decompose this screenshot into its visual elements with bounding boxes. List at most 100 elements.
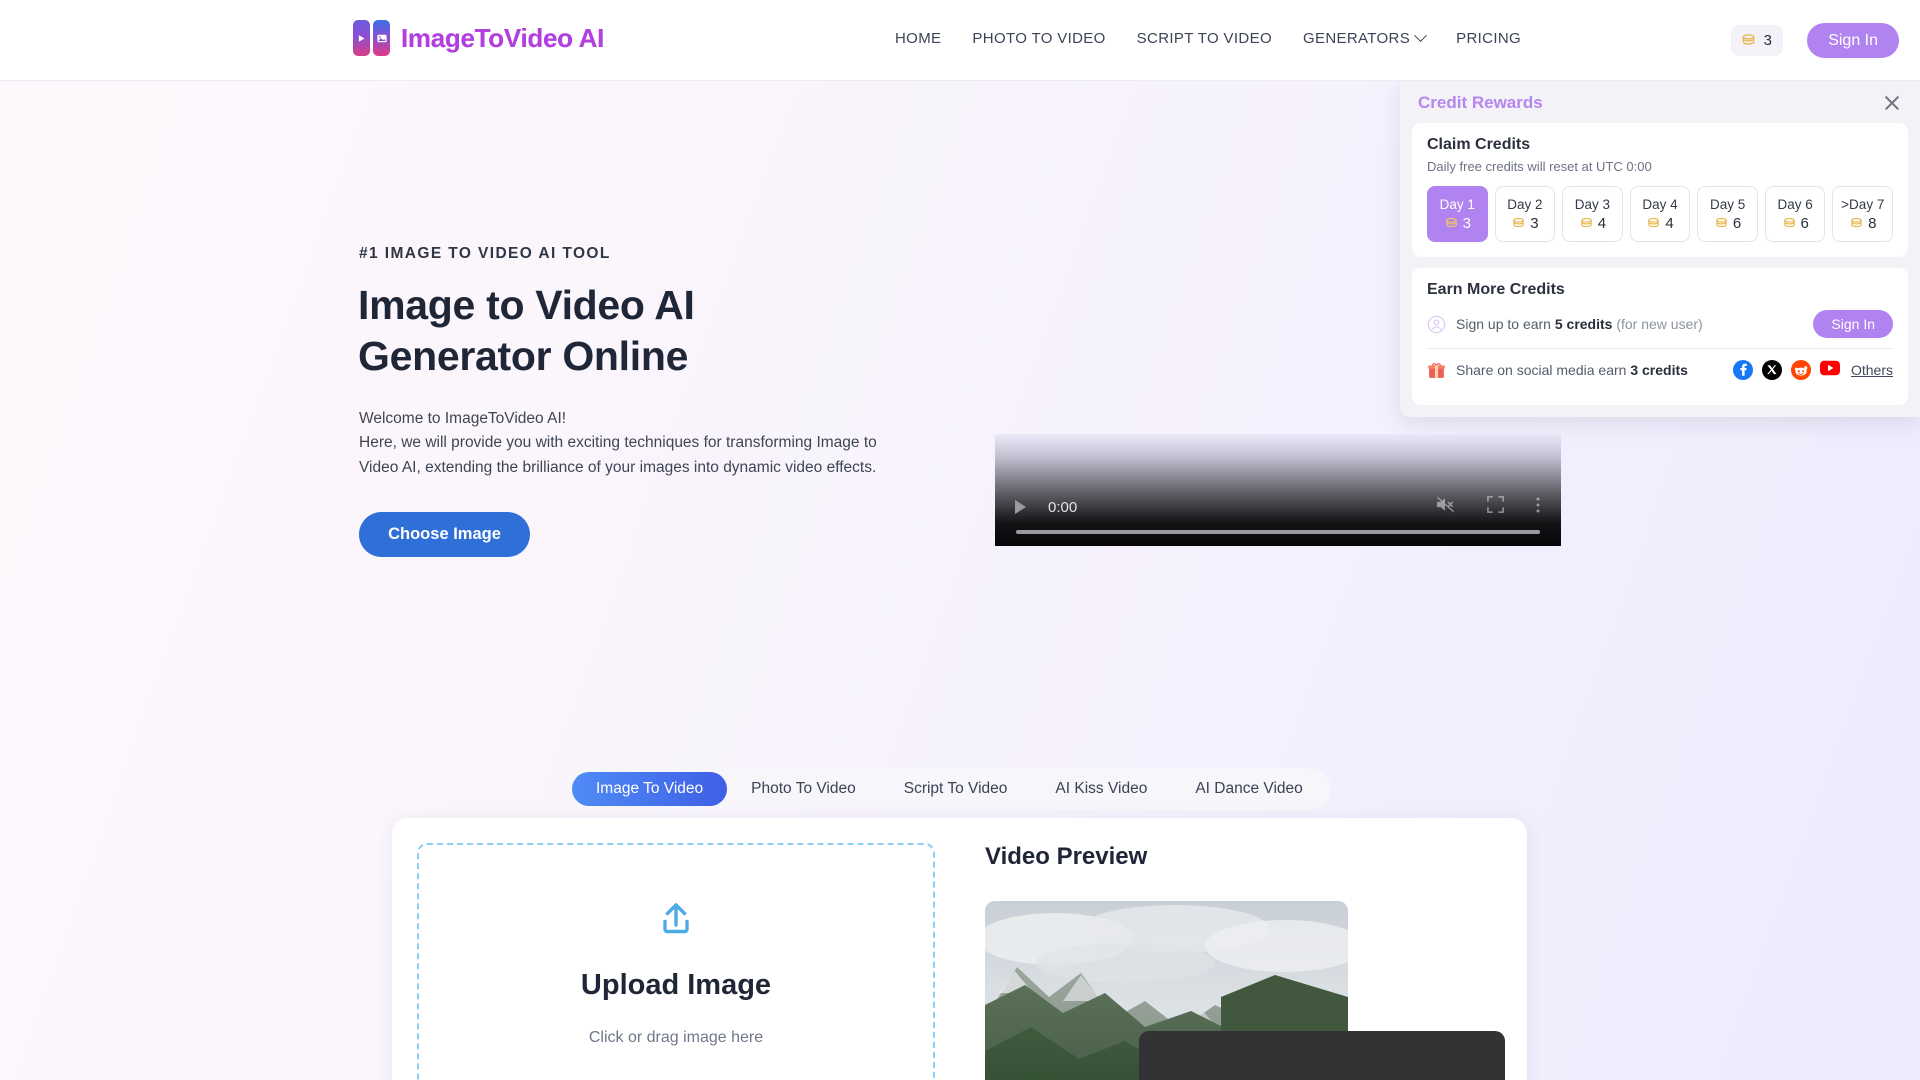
signup-text-pre: Sign up to earn: [1456, 316, 1555, 332]
day-label: Day 4: [1642, 196, 1678, 212]
close-icon[interactable]: [1882, 93, 1902, 113]
nav-item-home[interactable]: HOME: [895, 30, 941, 47]
page-title: Image to Video AI Generator Online: [358, 282, 695, 380]
signup-signin-button[interactable]: Sign In: [1813, 310, 1893, 338]
x-twitter-icon[interactable]: [1761, 360, 1782, 380]
video-progress-bar[interactable]: [1016, 530, 1540, 534]
day-label: Day 1: [1439, 196, 1475, 212]
play-icon: [353, 20, 370, 56]
share-text-bold: 3 credits: [1630, 362, 1688, 378]
logo-mark: [353, 20, 390, 56]
tab-image-to-video[interactable]: Image To Video: [572, 772, 728, 806]
nav-item-photo-to-video[interactable]: PHOTO TO VIDEO: [972, 30, 1105, 47]
choose-image-button[interactable]: Choose Image: [359, 512, 530, 557]
nav-item-pricing[interactable]: PRICING: [1456, 30, 1521, 47]
site-header: ImageToVideo AI HOME PHOTO TO VIDEO SCRI…: [0, 0, 1920, 81]
day-label: Day 6: [1777, 196, 1813, 212]
nav-item-script-to-video[interactable]: SCRIPT TO VIDEO: [1137, 30, 1272, 47]
coins-icon: [1511, 216, 1526, 231]
share-earn-row: Share on social media earn 3 credits Oth…: [1427, 349, 1893, 390]
coins-icon: [1782, 216, 1797, 231]
youtube-icon[interactable]: [1819, 360, 1840, 380]
tab-ai-kiss-video[interactable]: AI Kiss Video: [1031, 772, 1171, 806]
upload-title: Upload Image: [580, 969, 772, 1001]
hero-description-line1: Welcome to ImageToVideo AI!: [359, 410, 567, 427]
day-credit-value: 6: [1714, 215, 1741, 232]
gift-icon: [1427, 361, 1446, 380]
credits-badge[interactable]: 3: [1730, 25, 1783, 56]
day-claim-item[interactable]: Day 4 4: [1629, 186, 1691, 242]
claim-credits-card: Claim Credits Daily free credits will re…: [1412, 123, 1908, 257]
hero-video-player[interactable]: 0:00: [995, 434, 1561, 546]
upload-dropzone[interactable]: Upload Image Click or drag image here: [417, 843, 935, 1080]
nav-label: SCRIPT TO VIDEO: [1136, 30, 1272, 47]
signup-earn-text: Sign up to earn 5 credits (for new user): [1456, 316, 1803, 332]
fullscreen-icon[interactable]: [1486, 495, 1505, 519]
day-credit-number: 3: [1530, 214, 1539, 232]
coins-icon: [1646, 216, 1661, 231]
day-credit-number: 4: [1665, 214, 1674, 232]
day-credit-number: 6: [1800, 214, 1809, 232]
play-icon[interactable]: [1015, 500, 1026, 514]
user-circle-icon: [1427, 315, 1446, 334]
signup-earn-row: Sign up to earn 5 credits (for new user)…: [1427, 299, 1893, 349]
earn-more-credits-title: Earn More Credits: [1427, 281, 1565, 298]
preview-overlay-panel: [1139, 1031, 1505, 1080]
upload-icon: [654, 898, 698, 942]
day-claim-item[interactable]: Day 3 4: [1562, 186, 1623, 242]
rewards-panel-title: Credit Rewards: [1418, 93, 1543, 112]
nav-item-generators[interactable]: GENERATORS: [1302, 29, 1427, 47]
reddit-icon[interactable]: [1790, 360, 1811, 380]
coins-icon: [1740, 32, 1757, 49]
video-preview-title: Video Preview: [985, 843, 1148, 870]
page-root: ImageToVideo AI HOME PHOTO TO VIDEO SCRI…: [0, 0, 1920, 1080]
nav-label: HOME: [895, 30, 942, 47]
signup-text-post: (for new user): [1612, 316, 1703, 332]
day-label: Day 2: [1507, 196, 1543, 212]
nav-label: PRICING: [1456, 30, 1522, 47]
facebook-icon[interactable]: [1732, 360, 1753, 380]
tab-ai-dance-video[interactable]: AI Dance Video: [1171, 772, 1326, 806]
day-credit-number: 3: [1462, 214, 1471, 232]
others-share-link[interactable]: Others: [1851, 362, 1893, 378]
day-credit-value: 4: [1579, 215, 1606, 232]
day-claim-item[interactable]: Day 2 3: [1494, 186, 1556, 242]
day-claim-item[interactable]: Day 6 6: [1764, 186, 1826, 242]
credit-rewards-panel: Credit Rewards Claim Credits Daily free …: [1400, 81, 1920, 417]
chevron-down-icon: [1414, 29, 1427, 43]
image-icon: [373, 20, 390, 56]
tab-photo-to-video[interactable]: Photo To Video: [727, 772, 880, 806]
day-credit-number: 4: [1597, 214, 1607, 232]
tab-script-to-video[interactable]: Script To Video: [880, 772, 1032, 806]
generator-tabs: Image To Video Photo To Video Script To …: [568, 768, 1331, 810]
signup-text-bold: 5 credits: [1554, 316, 1613, 332]
main-nav: HOME PHOTO TO VIDEO SCRIPT TO VIDEO GENE…: [895, 29, 1521, 47]
hero-eyebrow: #1 IMAGE TO VIDEO AI TOOL: [359, 245, 611, 262]
day-credit-value: 3: [1444, 215, 1471, 232]
day-credit-number: 8: [1868, 214, 1877, 232]
volume-muted-icon[interactable]: [1435, 495, 1456, 519]
brand-logo[interactable]: ImageToVideo AI: [353, 20, 604, 56]
hero-description-line2: Here, we will provide you with exciting …: [359, 434, 877, 476]
day-claim-item[interactable]: >Day 7 8: [1832, 186, 1894, 242]
day-claim-item[interactable]: Day 5 6: [1697, 186, 1758, 242]
day-label: Day 3: [1574, 196, 1611, 212]
video-current-time: 0:00: [1048, 498, 1078, 516]
nav-label: PHOTO TO VIDEO: [972, 30, 1106, 47]
share-earn-text: Share on social media earn 3 credits: [1456, 362, 1723, 378]
day-credit-value: 4: [1646, 214, 1674, 232]
nav-label: GENERATORS: [1302, 30, 1411, 47]
day-label: >Day 7: [1841, 196, 1885, 212]
day-credit-number: 6: [1732, 214, 1742, 232]
video-controls: 0:00: [995, 492, 1561, 522]
upload-hint: Click or drag image here: [588, 1029, 764, 1046]
signin-button[interactable]: Sign In: [1807, 23, 1899, 58]
day-claim-item[interactable]: Day 1 3: [1427, 186, 1488, 242]
day-credit-value: 8: [1849, 215, 1876, 232]
earn-more-credits-card: Earn More Credits Sign up to earn 5 cred…: [1412, 268, 1908, 405]
more-vertical-icon[interactable]: [1535, 495, 1541, 520]
day-label: Day 5: [1709, 196, 1746, 212]
hero-description: Welcome to ImageToVideo AI! Here, we wil…: [359, 407, 919, 480]
day-credit-value: 6: [1782, 215, 1809, 232]
rewards-panel-header: Credit Rewards: [1412, 91, 1908, 123]
